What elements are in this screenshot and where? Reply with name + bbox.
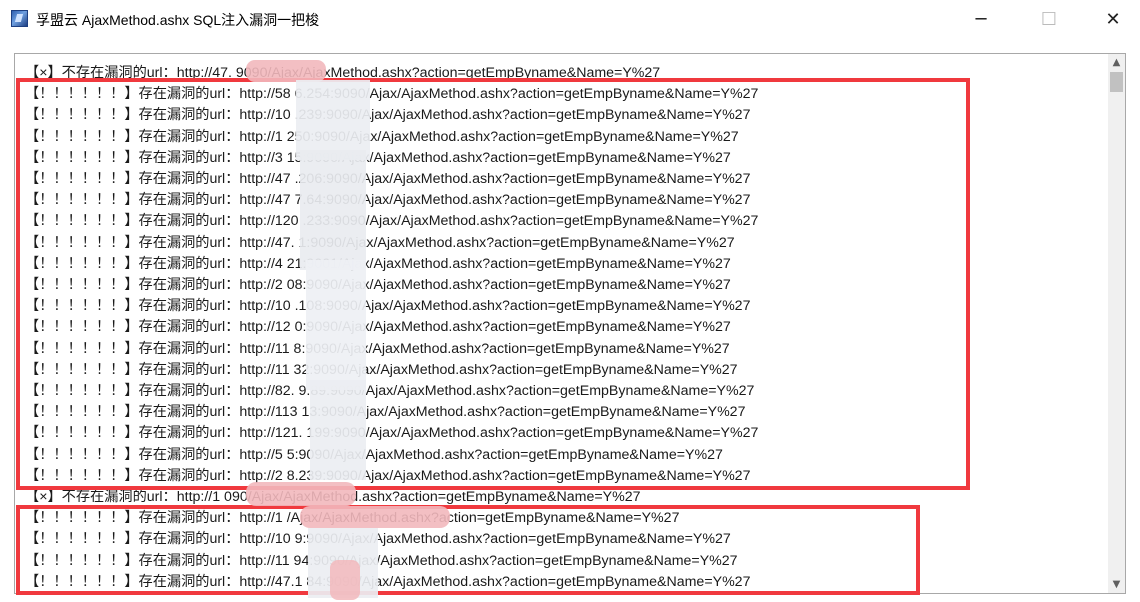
minimize-button[interactable]: ─: [958, 0, 1004, 38]
maximize-icon: ☐: [1040, 8, 1058, 30]
log-line: 【！！！！！！】存在漏洞的url：http://58 6.254:9090/Aj…: [25, 86, 759, 103]
log-output-textarea[interactable]: 【×】不存在漏洞的url：http://47. 9090/Ajax/AjaxMe…: [14, 53, 1126, 594]
log-line: 【×】不存在漏洞的url：http://47. 9090/Ajax/AjaxMe…: [25, 65, 661, 81]
log-line: 【！！！！！！】存在漏洞的url：http://10 .108:9090/Aja…: [25, 298, 751, 315]
log-line: 【！！！！！！】存在漏洞的url：http://10 9:9090/Ajax/A…: [25, 531, 731, 548]
log-line: 【！！！！！！】存在漏洞的url：http://11 94:9090/Ajax/…: [25, 552, 738, 569]
log-line: 【！！！！！！】存在漏洞的url：http://47.1 84:9090/Aja…: [25, 573, 751, 590]
vertical-scrollbar[interactable]: ▲ ▼: [1108, 54, 1125, 593]
log-line: 【！！！！！！】存在漏洞的url：http://1 250:9090/Ajax/…: [25, 128, 739, 145]
maximize-button[interactable]: ☐: [1026, 0, 1072, 38]
window-title: 孚盟云 AjaxMethod.ashx SQL注入漏洞一把梭: [36, 12, 320, 28]
scroll-up-arrow-icon[interactable]: ▲: [1108, 54, 1125, 71]
close-icon: ✕: [1105, 8, 1121, 30]
log-line: 【！！！！！！】存在漏洞的url：http://11 32:9090/Ajax/…: [25, 361, 738, 378]
scrollbar-thumb[interactable]: [1110, 72, 1123, 92]
app-icon: [11, 10, 28, 27]
log-line: 【！！！！！！】存在漏洞的url：http://1 /Ajax/AjaxMeth…: [25, 510, 680, 527]
scroll-down-arrow-icon[interactable]: ▼: [1108, 576, 1125, 593]
log-line: 【！！！！！！】存在漏洞的url：http://113 13:9090/Ajax…: [25, 404, 746, 421]
log-line: 【！！！！！！】存在漏洞的url：http://3 15:9090/Ajax/A…: [25, 149, 731, 166]
log-line: 【！！！！！！】存在漏洞的url：http://47. 1:9090/Ajax/…: [25, 234, 735, 251]
log-line: 【！！！！！！】存在漏洞的url：http://47 .206:9090/Aja…: [25, 171, 751, 187]
log-line: 【！！！！！！】存在漏洞的url：http://12 0:9090/Ajax/A…: [25, 319, 731, 336]
close-button[interactable]: ✕: [1090, 0, 1136, 38]
log-line: 【！！！！！！】存在漏洞的url：http://2 08:9090/Ajax/A…: [25, 277, 731, 293]
log-line: 【×】不存在漏洞的url：http://1 090/Ajax/AjaxMetho…: [25, 489, 641, 505]
title-bar: 孚盟云 AjaxMethod.ashx SQL注入漏洞一把梭 ─ ☐ ✕: [0, 0, 1140, 40]
log-line: 【！！！！！！】存在漏洞的url：http://2 8.239:9090/Aja…: [25, 467, 751, 484]
log-line: 【！！！！！！】存在漏洞的url：http://82. 9.89:9090/Aj…: [25, 383, 755, 399]
log-line: 【！！！！！！】存在漏洞的url：http://121. 199:9090/Aj…: [25, 425, 759, 442]
log-line: 【！！！！！！】存在漏洞的url：http://5 5:9090/Ajax/Aj…: [25, 446, 723, 463]
minimize-icon: ─: [975, 8, 987, 30]
log-line: 【！！！！！！】存在漏洞的url：http://11 8:9090/Ajax/A…: [25, 340, 730, 357]
log-lines: 【×】不存在漏洞的url：http://47. 9090/Ajax/AjaxMe…: [15, 54, 1109, 593]
log-line: 【！！！！！！】存在漏洞的url：http://47 7.64:9090/Aja…: [25, 192, 751, 209]
log-line: 【！！！！！！】存在漏洞的url：http://10 .239:9090/Aja…: [25, 107, 751, 124]
log-line: 【！！！！！！】存在漏洞的url：http://120 .233:9090/Aj…: [25, 213, 759, 230]
log-line: 【！！！！！！】存在漏洞的url：http://4 21:9001/Ajax/A…: [25, 255, 731, 272]
